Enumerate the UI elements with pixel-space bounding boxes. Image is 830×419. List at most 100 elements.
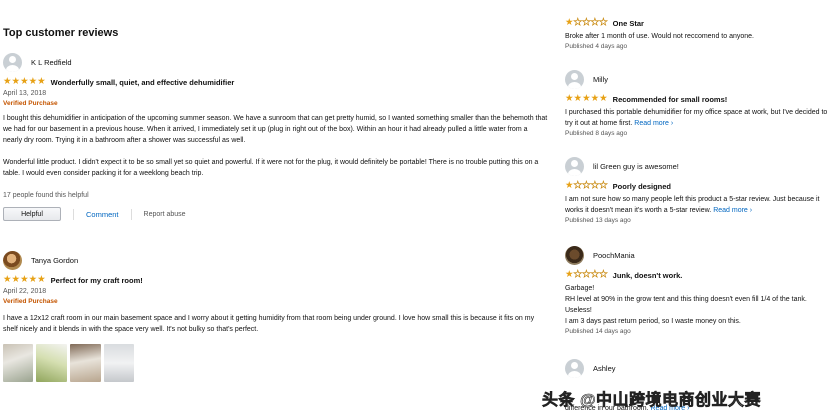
star-filled-icon: ★ xyxy=(28,274,38,285)
avatar xyxy=(565,358,584,378)
side-review-item: Milly ★ ★ ★ ★ ★ Recommended for small rooms!… xyxy=(565,69,830,137)
review-title[interactable]: Wonderfully small, quiet, and effective … xyxy=(51,78,235,87)
published-date: Published 4 days ago xyxy=(565,43,628,50)
published-date: Published 8 days ago xyxy=(565,130,628,137)
star-rating: ★ ★ ★ ★ ★ xyxy=(565,94,608,104)
star-filled-icon: ★ xyxy=(3,274,12,285)
reviewer-profile[interactable]: lil Green guy is awesome! xyxy=(565,156,830,176)
avatar xyxy=(565,245,584,265)
review-title[interactable]: Junk, doesn't work. xyxy=(613,271,683,280)
star-empty-icon: ★ xyxy=(582,269,591,280)
star-empty-icon: ★ xyxy=(590,180,600,191)
star-filled-icon: ★ xyxy=(573,93,583,104)
review-image-gallery xyxy=(3,344,548,382)
divider xyxy=(130,208,132,220)
star-filled-icon: ★ xyxy=(590,93,600,104)
review-item: Tanya Gordon ★ ★ ★ ★ ★ Perfect for my craft … xyxy=(3,250,548,382)
star-empty-icon: ★ xyxy=(573,17,583,28)
star-filled-icon: ★ xyxy=(28,76,38,87)
star-filled-icon: ★ xyxy=(565,17,574,28)
review-header: ★ ★ ★ ★ ★ Poorly designed xyxy=(565,180,830,191)
review-header: ★ ★ ★ ★ ★ Perfect for my craft room! xyxy=(3,275,548,285)
reviewer-profile[interactable]: PoochMania xyxy=(565,245,830,265)
review-title[interactable]: One Star xyxy=(613,19,644,28)
star-rating: ★ ★ ★ ★ ★ xyxy=(3,275,46,285)
star-rating: ★ ★ ★ ★ ★ xyxy=(565,180,608,191)
review-text-content: I purchased this portable dehumidifier f… xyxy=(565,109,828,127)
report-abuse-link[interactable]: Report abuse xyxy=(144,211,186,218)
star-empty-icon: ★ xyxy=(582,17,591,28)
side-review-item: ★ ★ ★ ★ ★ One Star Broke after 1 month of us… xyxy=(565,17,830,50)
star-empty-icon: ★ xyxy=(599,269,608,280)
review-date: April 22, 2018 xyxy=(3,288,47,295)
star-filled-icon: ★ xyxy=(11,274,21,285)
star-rating: ★ ★ ★ ★ ★ xyxy=(565,269,608,280)
reviewer-name: lil Green guy is awesome! xyxy=(593,161,679,171)
review-date: April 13, 2018 xyxy=(3,90,47,97)
reviewer-profile[interactable]: K L Redfield xyxy=(3,52,548,72)
review-image[interactable] xyxy=(36,344,67,382)
star-empty-icon: ★ xyxy=(582,180,591,191)
reviewer-name: Ashley xyxy=(593,363,616,373)
star-empty-icon: ★ xyxy=(573,269,583,280)
reviewer-profile[interactable]: Milly xyxy=(565,69,830,89)
review-header: ★ ★ ★ ★ ★ One Star xyxy=(565,17,830,28)
avatar xyxy=(3,250,22,270)
side-review-item: PoochMania ★ ★ ★ ★ ★ Junk, doesn't work. Gar… xyxy=(565,245,830,335)
verified-purchase-badge: Verified Purchase xyxy=(3,100,58,107)
review-text: I purchased this portable dehumidifier f… xyxy=(565,107,830,129)
star-filled-icon: ★ xyxy=(37,274,46,285)
star-filled-icon: ★ xyxy=(565,269,574,280)
published-date: Published 14 days ago xyxy=(565,328,631,335)
star-empty-icon: ★ xyxy=(590,269,600,280)
review-actions: Helpful Comment Report abuse xyxy=(3,207,548,221)
reviewer-name: PoochMania xyxy=(593,250,635,260)
star-rating: ★ ★ ★ ★ ★ xyxy=(3,77,46,87)
divider xyxy=(73,208,74,220)
published-date: Published 13 days ago xyxy=(565,217,631,224)
avatar xyxy=(565,69,584,89)
review-image[interactable] xyxy=(104,344,134,382)
star-filled-icon: ★ xyxy=(20,274,29,285)
review-body: Wonderful little product. I didn't expec… xyxy=(3,159,539,177)
side-reviews-column: ★ ★ ★ ★ ★ One Star Broke after 1 month of us… xyxy=(563,0,830,419)
star-filled-icon: ★ xyxy=(11,76,21,87)
main-reviews-column: Top customer reviews K L Redfield ★ ★ ★ ★ ★ … xyxy=(0,0,548,419)
review-image[interactable] xyxy=(3,344,33,382)
star-filled-icon: ★ xyxy=(37,76,46,87)
read-more-link[interactable]: Read more xyxy=(713,207,748,214)
review-title[interactable]: Recommended for small rooms! xyxy=(613,95,728,104)
star-filled-icon: ★ xyxy=(565,93,574,104)
review-image[interactable] xyxy=(70,344,101,382)
star-filled-icon: ★ xyxy=(565,180,574,191)
watermark-text: 头条 @中山跨境电商创业大赛 xyxy=(542,392,762,410)
comment-link[interactable]: Comment xyxy=(86,210,119,219)
review-text: I am not sure how so many people left th… xyxy=(565,194,830,216)
review-text: Broke after 1 month of use. Would not re… xyxy=(565,33,754,40)
review-text-line: Garbage! xyxy=(565,285,595,292)
read-more-link[interactable]: Read more xyxy=(634,120,669,127)
review-title[interactable]: Poorly designed xyxy=(613,182,671,191)
star-filled-icon: ★ xyxy=(582,93,591,104)
star-empty-icon: ★ xyxy=(599,180,608,191)
review-text-line: I am 3 days past return period, so I was… xyxy=(565,318,741,325)
reviewer-profile[interactable]: Ashley xyxy=(565,358,830,378)
review-header: ★ ★ ★ ★ ★ Wonderfully small, quiet, and effe… xyxy=(3,77,548,87)
review-title[interactable]: Perfect for my craft room! xyxy=(51,276,143,285)
star-filled-icon: ★ xyxy=(20,76,29,87)
section-title: Top customer reviews xyxy=(3,27,119,39)
reviewer-name: Milly xyxy=(593,74,608,84)
helpful-button[interactable]: Helpful xyxy=(3,207,61,221)
review-body: I bought this dehumidifier in anticipati… xyxy=(3,115,548,144)
star-empty-icon: ★ xyxy=(590,17,600,28)
reviewer-profile[interactable]: Tanya Gordon xyxy=(3,250,548,270)
verified-purchase-badge: Verified Purchase xyxy=(3,298,58,305)
helpful-count: 17 people found this helpful xyxy=(3,192,89,199)
chevron-right-icon: › xyxy=(670,120,674,127)
star-empty-icon: ★ xyxy=(573,180,583,191)
chevron-right-icon: › xyxy=(749,207,753,214)
review-text-line: RH level at 90% in the grow tent and thi… xyxy=(565,296,807,314)
review-body: I have a 12x12 craft room in our main ba… xyxy=(3,315,535,333)
review-header: ★ ★ ★ ★ ★ Junk, doesn't work. xyxy=(565,269,830,280)
review-item: K L Redfield ★ ★ ★ ★ ★ Wonderfully small, qu… xyxy=(3,52,548,221)
